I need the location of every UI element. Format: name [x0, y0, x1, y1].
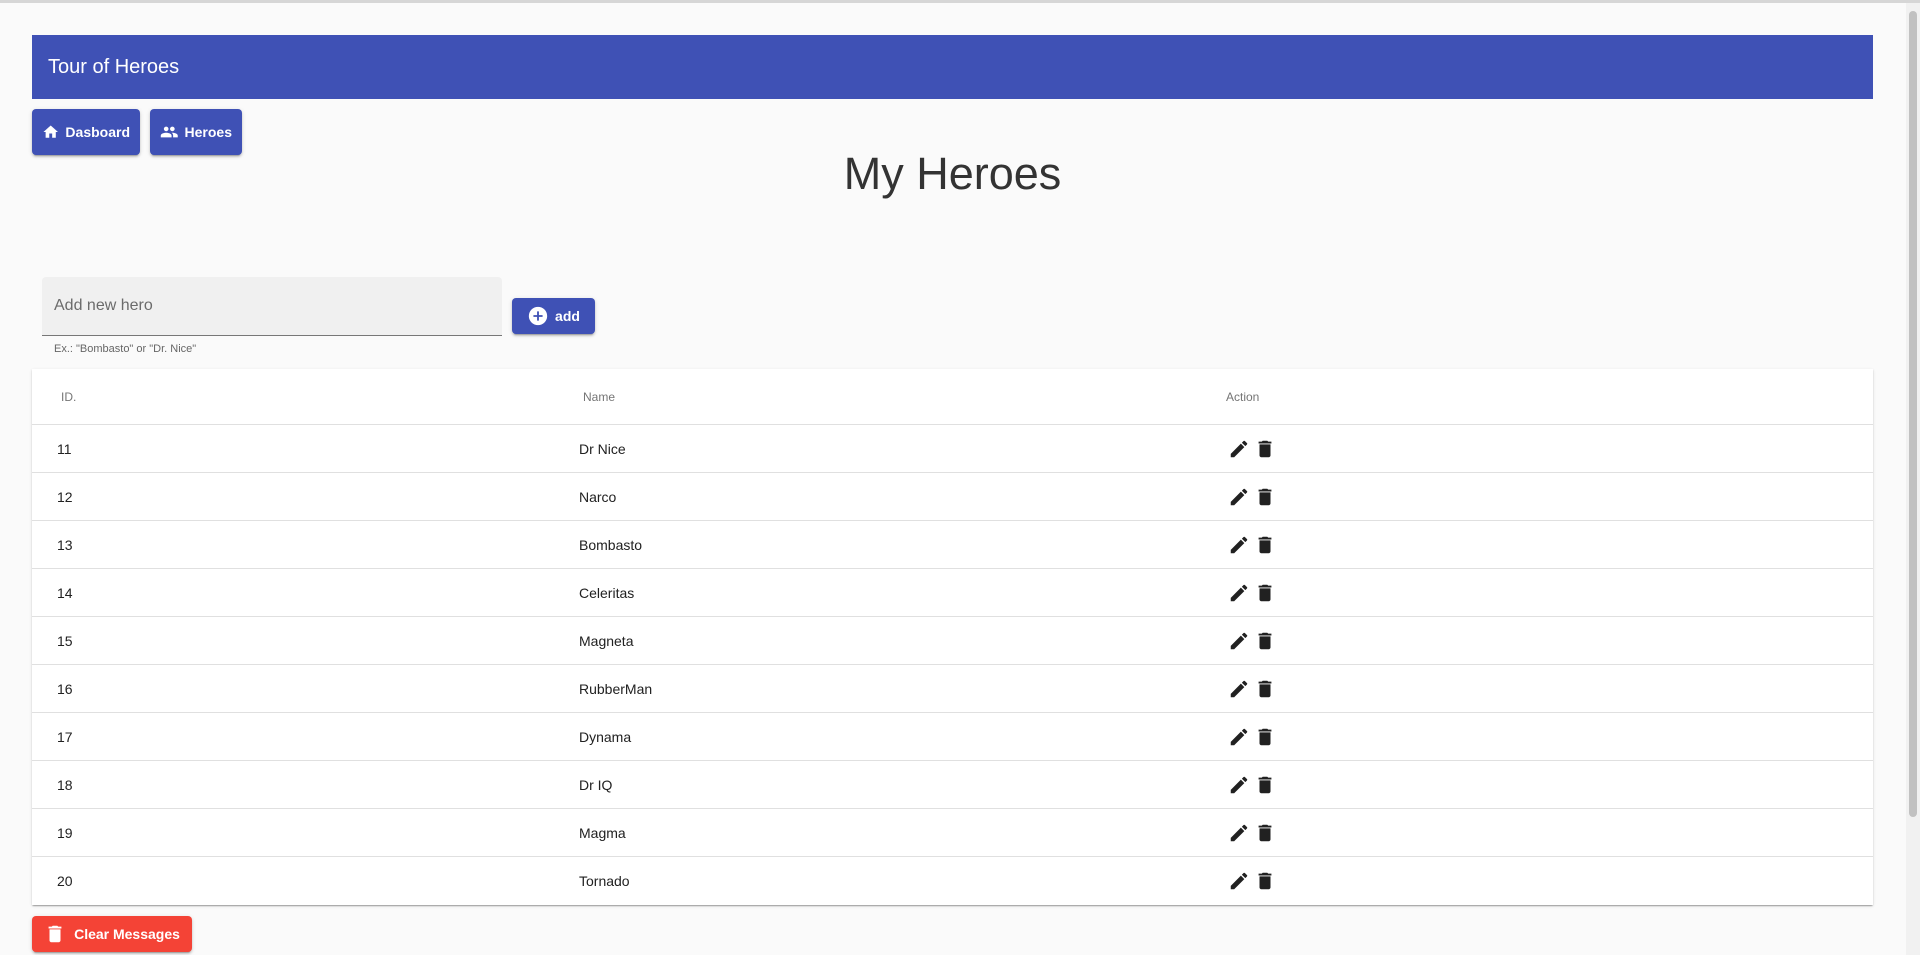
header-action: Action [1226, 390, 1260, 404]
header-name[interactable]: Name [583, 390, 615, 404]
row-actions [1227, 677, 1277, 701]
edit-icon[interactable] [1227, 485, 1251, 509]
table-row[interactable]: 12 Narco [32, 473, 1873, 521]
add-hero-field-box[interactable] [42, 277, 502, 336]
delete-icon[interactable] [1253, 677, 1277, 701]
hero-id: 11 [57, 441, 72, 457]
hero-id: 12 [57, 489, 73, 505]
hero-id: 18 [57, 777, 73, 793]
edit-icon[interactable] [1227, 533, 1251, 557]
row-actions [1227, 485, 1277, 509]
hero-name: Tornado [579, 873, 630, 889]
add-hero-field: Ex.: "Bombasto" or "Dr. Nice" [42, 277, 502, 355]
hero-name: Dynama [579, 729, 632, 745]
hero-name: Magma [579, 825, 626, 841]
page-scrollbar[interactable] [1906, 3, 1920, 955]
edit-icon[interactable] [1227, 725, 1251, 749]
edit-icon[interactable] [1227, 629, 1251, 653]
edit-icon[interactable] [1227, 581, 1251, 605]
row-actions [1227, 581, 1277, 605]
table-row[interactable]: 13 Bombasto [32, 521, 1873, 569]
clear-messages-button[interactable]: Clear Messages [32, 916, 192, 952]
header-id[interactable]: ID. [61, 390, 76, 404]
delete-icon[interactable] [1253, 869, 1277, 893]
people-icon [160, 126, 178, 138]
row-actions [1227, 437, 1277, 461]
table-header-row: ID. Name Action [32, 369, 1873, 425]
delete-icon[interactable] [1253, 821, 1277, 845]
hero-name: Dr IQ [579, 777, 613, 793]
hero-id: 17 [57, 729, 73, 745]
hero-id: 19 [57, 825, 73, 841]
table-row[interactable]: 20 Tornado [32, 857, 1873, 905]
edit-icon[interactable] [1227, 677, 1251, 701]
scrollbar-thumb[interactable] [1909, 11, 1917, 817]
hero-id: 20 [57, 873, 73, 889]
add-hero-button-label: add [555, 308, 580, 324]
delete-icon[interactable] [1253, 533, 1277, 557]
delete-icon[interactable] [1253, 629, 1277, 653]
app-toolbar: Tour of Heroes [32, 35, 1873, 99]
table-row[interactable]: 11 Dr Nice [32, 425, 1873, 473]
window-top-border [0, 0, 1920, 3]
row-actions [1227, 773, 1277, 797]
table-row[interactable]: 16 RubberMan [32, 665, 1873, 713]
delete-icon[interactable] [1253, 581, 1277, 605]
row-actions [1227, 869, 1277, 893]
hero-name: Magneta [579, 633, 634, 649]
add-hero-hint: Ex.: "Bombasto" or "Dr. Nice" [54, 343, 197, 355]
clear-messages-label: Clear Messages [74, 926, 180, 942]
edit-icon[interactable] [1227, 869, 1251, 893]
dashboard-nav-label: Dasboard [65, 124, 130, 140]
hero-name: Dr Nice [579, 441, 626, 457]
hero-name: RubberMan [579, 681, 653, 697]
hero-name: Narco [579, 489, 617, 505]
hero-name: Bombasto [579, 537, 643, 553]
hero-id: 16 [57, 681, 73, 697]
row-actions [1227, 821, 1277, 845]
add-hero-button[interactable]: add [512, 298, 595, 334]
row-actions [1227, 725, 1277, 749]
table-body: 11 Dr Nice 12 Narco 13 Bombasto 14 Celeritas 15 M… [32, 425, 1873, 905]
table-row[interactable]: 17 Dynama [32, 713, 1873, 761]
table-row[interactable]: 15 Magneta [32, 617, 1873, 665]
hero-id: 13 [57, 537, 73, 553]
row-actions [1227, 629, 1277, 653]
hero-id: 15 [57, 633, 73, 649]
table-row[interactable]: 19 Magma [32, 809, 1873, 857]
hero-id: 14 [57, 585, 73, 601]
hero-name: Celeritas [579, 585, 635, 601]
edit-icon[interactable] [1227, 773, 1251, 797]
app-title: Tour of Heroes [48, 55, 180, 78]
delete-icon[interactable] [1253, 725, 1277, 749]
row-actions [1227, 533, 1277, 557]
home-icon [43, 125, 58, 138]
table-row[interactable]: 18 Dr IQ [32, 761, 1873, 809]
add-hero-input[interactable] [54, 277, 484, 335]
delete-icon [48, 925, 62, 943]
edit-icon[interactable] [1227, 821, 1251, 845]
add-circle-icon [528, 306, 548, 326]
heroes-nav-label: Heroes [184, 124, 232, 140]
edit-icon[interactable] [1227, 437, 1251, 461]
delete-icon[interactable] [1253, 437, 1277, 461]
delete-icon[interactable] [1253, 773, 1277, 797]
heroes-table: ID. Name Action 11 Dr Nice 12 Narco 13 Bombas… [32, 369, 1873, 905]
delete-icon[interactable] [1253, 485, 1277, 509]
page-title: My Heroes [843, 148, 1062, 199]
table-row[interactable]: 14 Celeritas [32, 569, 1873, 617]
